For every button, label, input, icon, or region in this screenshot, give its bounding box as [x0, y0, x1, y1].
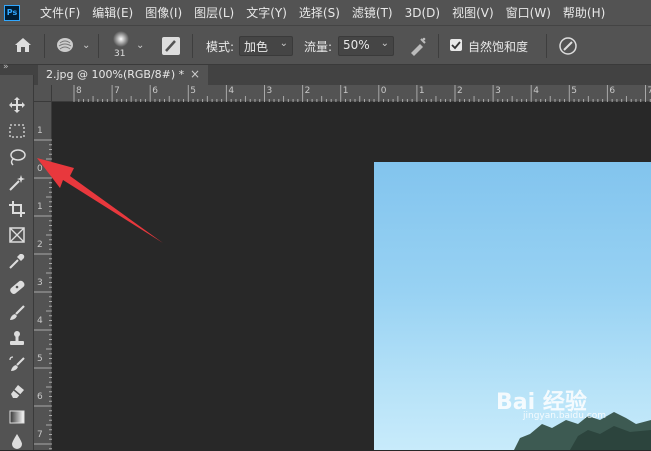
ruler-label: 3 [495, 86, 501, 96]
menu-file[interactable]: 文件(F) [40, 4, 80, 21]
menu-3d[interactable]: 3D(D) [405, 6, 440, 20]
vibrance-label: 自然饱和度 [468, 38, 528, 55]
brush-size-picker[interactable]: 31 [108, 30, 134, 62]
ruler-label: 8 [76, 86, 82, 96]
menu-window[interactable]: 窗口(W) [506, 4, 551, 21]
brush-preset-icon[interactable] [56, 37, 74, 57]
ruler-label: 5 [37, 354, 43, 364]
ruler-label: 2 [457, 86, 463, 96]
ruler-label: 5 [190, 86, 196, 96]
tools-panel [0, 75, 34, 450]
vibrance-checkbox[interactable] [450, 39, 462, 51]
separator [192, 34, 193, 58]
ruler-label: 2 [305, 86, 311, 96]
home-icon[interactable] [14, 37, 32, 57]
ruler-label: 1 [419, 86, 425, 96]
separator [438, 34, 439, 58]
eraser-icon[interactable] [7, 381, 27, 401]
history-brush-icon[interactable] [7, 355, 27, 375]
airbrush-icon[interactable] [408, 36, 428, 60]
photoshop-logo[interactable]: Ps [4, 5, 20, 21]
ruler-label: 4 [37, 316, 43, 326]
menu-bar: Ps 文件(F) 编辑(E) 图像(I) 图层(L) 文字(Y) 选择(S) 滤… [0, 0, 651, 25]
healing-brush-icon[interactable] [7, 277, 27, 297]
toolbar-collapse-grip[interactable]: » [0, 65, 34, 75]
menu-help[interactable]: 帮助(H) [563, 4, 605, 21]
separator [546, 34, 547, 58]
vertical-ruler[interactable]: 1 0 1 2 3 4 5 6 7 [34, 102, 52, 450]
ruler-label: 2 [37, 240, 43, 250]
gradient-icon[interactable] [7, 407, 27, 427]
watermark-url: jingyan.baidu.com [523, 411, 606, 421]
options-bar: ⌄ 31 ⌄ 模式: 加色 ⌄ 流量: 50% ⌄ 自然饱和度 [0, 25, 651, 65]
menu-filter[interactable]: 滤镜(T) [352, 4, 393, 21]
ruler-label: 0 [37, 164, 43, 174]
mode-value: 加色 [244, 40, 268, 54]
ruler-label: 0 [381, 86, 387, 96]
ruler-label: 4 [533, 86, 539, 96]
chevron-down-icon[interactable]: ⌄ [136, 40, 144, 51]
magic-wand-icon[interactable] [7, 173, 27, 193]
menu-layer[interactable]: 图层(L) [194, 4, 234, 21]
ruler-label: 4 [228, 86, 234, 96]
eyedropper-icon[interactable] [7, 251, 27, 271]
ruler-origin[interactable] [34, 85, 52, 102]
separator [44, 34, 45, 58]
mode-label: 模式: [206, 38, 234, 55]
menu-image[interactable]: 图像(I) [145, 4, 182, 21]
horizontal-ruler[interactable]: 8 7 6 5 4 3 2 1 0 1 2 3 4 5 6 7 [52, 85, 651, 102]
stamp-icon[interactable] [7, 329, 27, 349]
flow-value: 50% [343, 38, 370, 52]
menu-view[interactable]: 视图(V) [452, 4, 494, 21]
ruler-label: 3 [267, 86, 273, 96]
ruler-label: 1 [343, 86, 349, 96]
move-icon[interactable] [7, 95, 27, 115]
brush-size-value: 31 [114, 49, 125, 59]
close-icon[interactable]: × [190, 67, 200, 81]
chevron-down-icon: ⌄ [280, 38, 288, 49]
flow-input[interactable]: 50% ⌄ [338, 36, 394, 56]
marquee-icon[interactable] [7, 121, 27, 141]
blur-icon[interactable] [7, 431, 27, 451]
document-tab-strip: 2.jpg @ 100%(RGB/8#) * × [34, 65, 651, 85]
separator [98, 34, 99, 58]
ruler-label: 6 [37, 392, 43, 402]
ruler-label: 6 [609, 86, 615, 96]
lasso-icon[interactable] [7, 147, 27, 167]
chevron-down-icon: ⌄ [381, 38, 389, 49]
ruler-label: 7 [648, 86, 651, 96]
document-tab[interactable]: 2.jpg @ 100%(RGB/8#) * × [38, 65, 208, 85]
pressure-size-icon[interactable] [558, 36, 578, 60]
flow-label: 流量: [304, 38, 332, 55]
brush-settings-icon[interactable] [161, 36, 181, 60]
chevron-down-icon[interactable]: ⌄ [82, 40, 90, 51]
document-tab-title: 2.jpg @ 100%(RGB/8#) * [46, 68, 184, 81]
ruler-label: 1 [37, 126, 43, 136]
frame-icon[interactable] [7, 225, 27, 245]
ruler-label: 6 [152, 86, 158, 96]
ruler-label: 7 [114, 86, 120, 96]
brush-icon[interactable] [7, 303, 27, 323]
ruler-label: 3 [37, 278, 43, 288]
menu-edit[interactable]: 编辑(E) [92, 4, 133, 21]
horizontal-ruler-ticks [52, 85, 651, 102]
ruler-label: 5 [571, 86, 577, 96]
crop-icon[interactable] [7, 199, 27, 219]
menu-select[interactable]: 选择(S) [299, 4, 340, 21]
ruler-label: 1 [37, 202, 43, 212]
mode-select[interactable]: 加色 ⌄ [239, 36, 293, 56]
ruler-label: 7 [37, 430, 43, 440]
menu-type[interactable]: 文字(Y) [246, 4, 287, 21]
